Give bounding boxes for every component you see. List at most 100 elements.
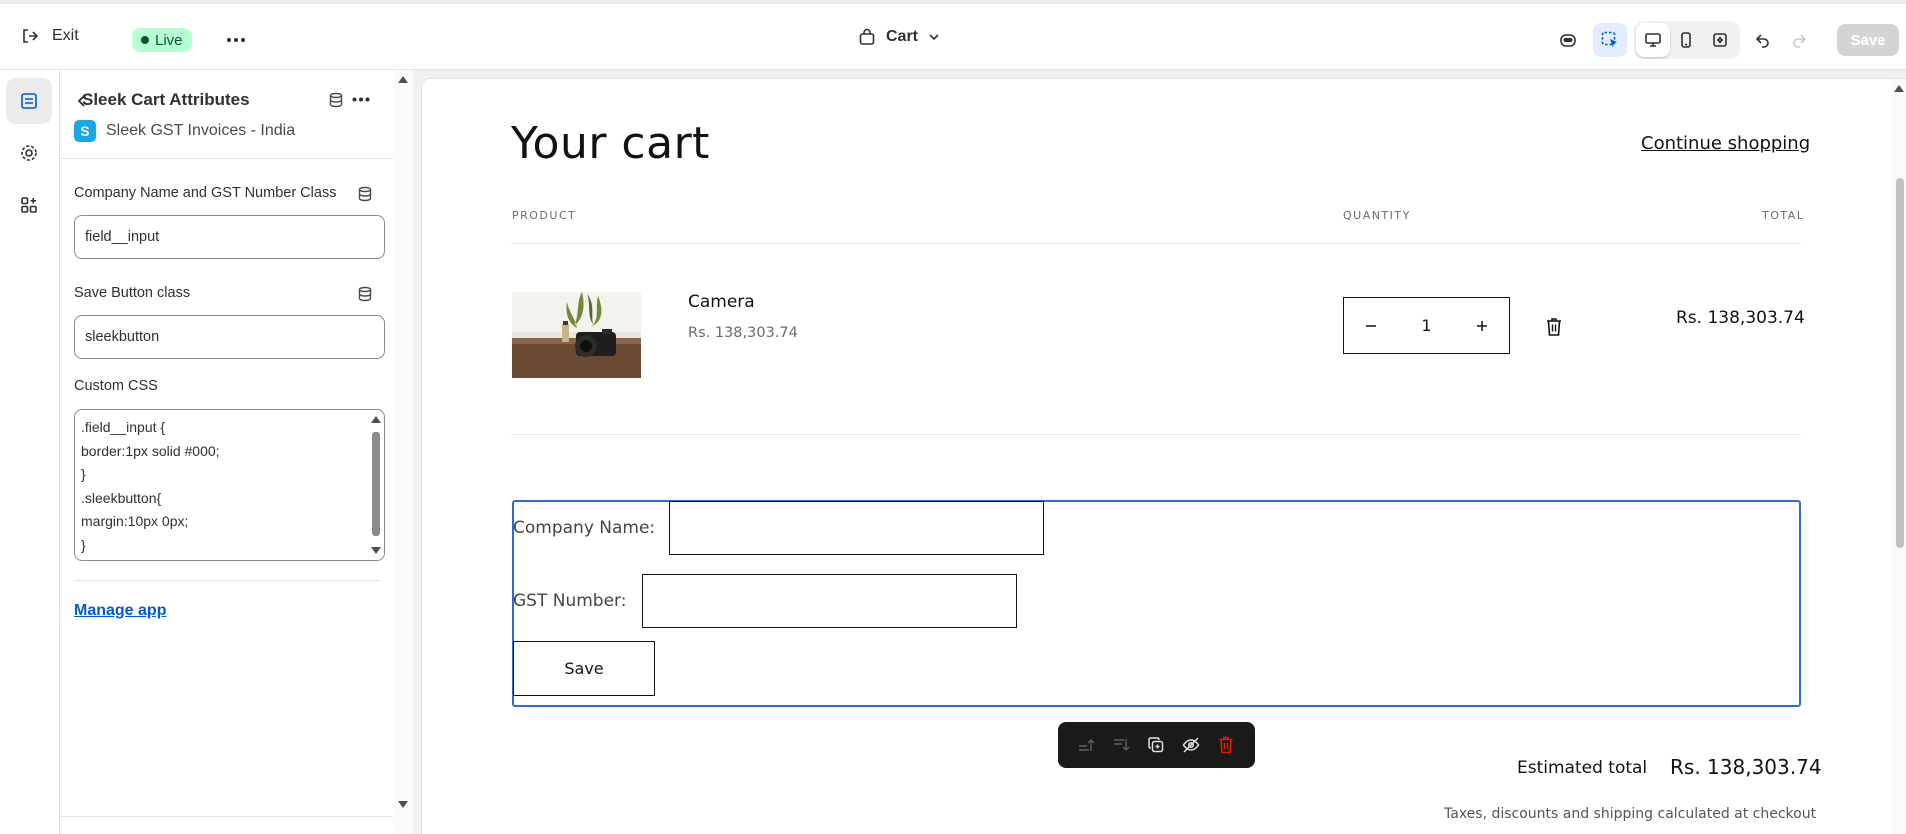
- cart-title: Your cart: [511, 118, 710, 169]
- more-icon: [227, 38, 245, 42]
- estimated-total-label: Estimated total: [1517, 758, 1648, 778]
- product-price: Rs. 138,303.74: [688, 325, 798, 341]
- hide-button[interactable]: [1180, 734, 1202, 756]
- tax-note: Taxes, discounts and shipping calculated…: [1444, 806, 1817, 822]
- exit-label: Exit: [52, 27, 79, 44]
- camera-photo-image: [512, 292, 641, 378]
- manage-app-link[interactable]: Manage app: [74, 602, 166, 620]
- undo-button[interactable]: [1746, 23, 1780, 57]
- app-name: Sleek GST Invoices - India: [106, 122, 296, 139]
- more-icon[interactable]: [352, 97, 370, 102]
- css-line: }: [81, 466, 86, 482]
- css-line: margin:10px 0px;: [81, 513, 189, 529]
- exit-icon: [23, 29, 39, 43]
- continue-shopping-link[interactable]: Continue shopping: [1641, 133, 1810, 154]
- header-product: PRODUCT: [512, 209, 577, 222]
- minus-icon[interactable]: [1364, 319, 1378, 333]
- block-toolbar: [1058, 722, 1255, 768]
- company-name-input[interactable]: [669, 501, 1044, 555]
- eye-off-icon: [1182, 737, 1200, 753]
- sidekick-button[interactable]: [1551, 23, 1585, 57]
- css-line: }: [81, 536, 86, 553]
- exit-button[interactable]: Exit: [20, 26, 79, 46]
- chevron-down-icon: [929, 34, 939, 41]
- css-line: .field__input {: [81, 419, 166, 435]
- dynamic-source-icon[interactable]: [357, 286, 373, 302]
- field-label-save-class: Save Button class: [74, 285, 191, 301]
- move-down-button[interactable]: [1111, 734, 1133, 756]
- delete-block-button[interactable]: [1215, 734, 1237, 756]
- rail-settings-button[interactable]: [6, 130, 52, 176]
- table-divider: [511, 434, 1801, 435]
- app-source: S Sleek GST Invoices - India: [74, 120, 295, 142]
- dynamic-source-icon[interactable]: [357, 186, 373, 202]
- fullscreen-button[interactable]: [1703, 23, 1737, 57]
- panel-divider: [60, 816, 393, 817]
- save-button[interactable]: Save: [1837, 24, 1899, 56]
- quantity-value[interactable]: 1: [1421, 316, 1431, 335]
- desktop-icon: [1645, 33, 1661, 47]
- more-actions-button[interactable]: [222, 26, 250, 54]
- redo-button[interactable]: [1782, 23, 1816, 57]
- field-label-company-class: Company Name and GST Number Class: [74, 185, 337, 201]
- bag-icon: [859, 28, 875, 45]
- table-divider: [511, 243, 1801, 244]
- form-save-button[interactable]: Save: [513, 641, 655, 696]
- line-total: Rs. 138,303.74: [1676, 308, 1805, 328]
- move-up-icon: [1079, 739, 1095, 751]
- template-label: Cart: [886, 28, 919, 45]
- trash-icon[interactable]: [1545, 317, 1563, 337]
- database-icon[interactable]: [328, 92, 344, 108]
- css-line: .sleekbutton{: [81, 489, 162, 506]
- gst-number-label: GST Number:: [513, 591, 627, 611]
- live-badge: Live: [132, 28, 192, 52]
- sidekick-icon: [1560, 34, 1576, 47]
- header-quantity: QUANTITY: [1343, 209, 1411, 222]
- trash-icon: [1219, 736, 1233, 754]
- apps-icon: [21, 197, 37, 213]
- top-bar: Exit Live Cart Save: [0, 0, 1906, 70]
- undo-icon: [1755, 34, 1769, 48]
- rail-apps-button[interactable]: [6, 182, 52, 228]
- scroll-up-arrow[interactable]: [1892, 84, 1906, 94]
- save-class-input[interactable]: sleekbutton: [74, 315, 385, 359]
- mobile-view-button[interactable]: [1669, 23, 1703, 57]
- duplicate-icon: [1148, 737, 1164, 753]
- move-up-button[interactable]: [1076, 734, 1098, 756]
- desktop-view-button[interactable]: [1636, 23, 1670, 57]
- move-down-icon: [1113, 739, 1130, 751]
- custom-css-textarea[interactable]: .field__input { border:1px solid #000; }…: [74, 409, 385, 561]
- estimated-total-value: Rs. 138,303.74: [1670, 755, 1822, 779]
- settings-icon: [21, 145, 37, 161]
- plus-icon[interactable]: [1475, 319, 1489, 333]
- header-total: TOTAL: [1762, 209, 1805, 222]
- app-logo-icon: S: [74, 120, 96, 142]
- mobile-icon: [1681, 32, 1691, 48]
- company-class-input[interactable]: field__input: [74, 215, 385, 259]
- redo-icon: [1793, 34, 1807, 48]
- panel-divider: [60, 158, 393, 159]
- sections-icon: [21, 93, 37, 109]
- rail-sections-button[interactable]: [6, 78, 52, 124]
- custom-css-label: Custom CSS: [74, 378, 158, 394]
- preview-scroll-thumb[interactable]: [1896, 178, 1904, 548]
- panel-divider: [74, 580, 380, 581]
- product-image[interactable]: [512, 292, 641, 378]
- panel-scrollbar[interactable]: [393, 70, 413, 834]
- product-name[interactable]: Camera: [688, 292, 755, 312]
- template-selector[interactable]: Cart: [858, 28, 940, 46]
- textarea-scrollbar[interactable]: [370, 414, 382, 556]
- settings-panel: Sleek Cart Attributes S Sleek GST Invoic…: [60, 70, 413, 834]
- live-dot: [141, 36, 149, 44]
- inspector-button[interactable]: [1593, 23, 1627, 57]
- duplicate-button[interactable]: [1145, 734, 1167, 756]
- left-rail: [0, 70, 60, 834]
- panel-title: Sleek Cart Attributes: [82, 90, 250, 109]
- quantity-stepper: 1: [1343, 297, 1510, 354]
- gst-number-input[interactable]: [642, 574, 1017, 628]
- live-label: Live: [155, 31, 183, 49]
- css-line: border:1px solid #000;: [81, 442, 220, 459]
- inspector-icon: [1601, 31, 1617, 47]
- preview-canvas: [422, 79, 1906, 834]
- fullscreen-icon: [1713, 33, 1727, 47]
